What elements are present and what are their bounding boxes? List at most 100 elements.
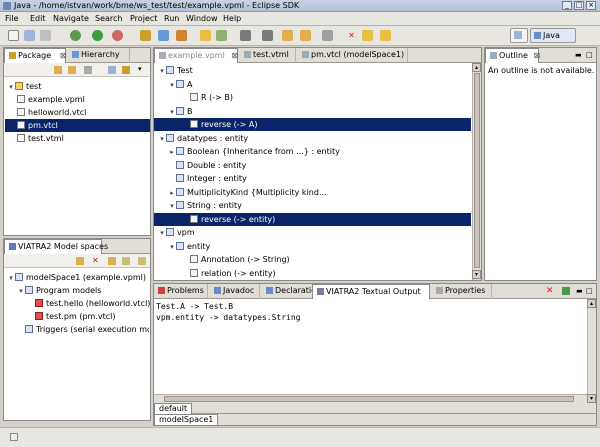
- menu-project[interactable]: Project: [130, 14, 157, 23]
- minimize-icon[interactable]: ▬: [575, 51, 582, 59]
- editor-scrollbar[interactable]: ▴ ▾: [472, 63, 481, 280]
- menu-window[interactable]: Window: [186, 14, 218, 23]
- expand-icon[interactable]: ▸: [168, 146, 176, 159]
- package-item-example-vpml[interactable]: example.vpml: [17, 93, 147, 106]
- collapse-icon[interactable]: ▾: [168, 106, 176, 119]
- maximize-button[interactable]: □: [574, 1, 584, 10]
- history-icon[interactable]: [322, 30, 333, 41]
- tab-javadoc[interactable]: Javadoc: [210, 284, 260, 299]
- tree-item[interactable]: ▾ A: [154, 78, 471, 91]
- tab-outline[interactable]: Outline ⊠: [485, 48, 541, 63]
- back-icon[interactable]: [54, 66, 62, 74]
- open-model-icon[interactable]: [76, 257, 84, 265]
- print-icon[interactable]: [40, 30, 51, 41]
- collapse-icon[interactable]: ▾: [168, 200, 176, 213]
- refresh-icon[interactable]: [138, 257, 146, 265]
- edit-icon[interactable]: [216, 30, 227, 41]
- scroll-thumb[interactable]: [474, 73, 480, 268]
- stop-icon[interactable]: ✕: [346, 30, 357, 41]
- package-item-pm-vtcl[interactable]: pm.vtcl: [5, 119, 150, 132]
- tab-model-spaces[interactable]: VIATRA2 Model spaces: [4, 239, 108, 254]
- tab-pm-vtcl[interactable]: pm.vtcl (modelSpace1): [298, 48, 408, 63]
- run-icon[interactable]: [92, 30, 103, 41]
- fast-view-icon[interactable]: [10, 433, 18, 441]
- tab-hierarchy[interactable]: Hierarchy: [68, 48, 130, 63]
- subtab-default[interactable]: default: [154, 403, 193, 414]
- menu-help[interactable]: Help: [223, 14, 241, 23]
- previous-annotation-icon[interactable]: [262, 30, 273, 41]
- up-icon[interactable]: [84, 66, 92, 74]
- debug-icon[interactable]: [70, 30, 81, 41]
- import-icon[interactable]: [108, 257, 116, 265]
- package-item-helloworld-vtcl[interactable]: helloworld.vtcl: [17, 106, 147, 119]
- open-perspective-button[interactable]: [510, 28, 528, 43]
- tree-item[interactable]: reverse (-> entity): [154, 212, 471, 226]
- program-models-item[interactable]: ▾ Program models: [17, 284, 147, 297]
- maximize-icon[interactable]: □: [586, 51, 593, 59]
- save-icon[interactable]: [24, 30, 35, 41]
- delete-icon[interactable]: ✕: [92, 256, 99, 265]
- tab-example-vpml[interactable]: example.vpml ⊠: [154, 48, 238, 63]
- model-space-item[interactable]: ▾ modelSpace1 (example.vpml): [7, 271, 147, 284]
- tree-item[interactable]: relation (-> entity): [154, 267, 471, 280]
- tree-item[interactable]: Double : entity: [154, 159, 471, 172]
- tab-test-vtml[interactable]: test.vtml: [240, 48, 296, 63]
- tree-item[interactable]: R (-> B): [154, 91, 471, 104]
- forward-icon[interactable]: [68, 66, 76, 74]
- collapse-icon[interactable]: ▾: [158, 133, 166, 146]
- collapse-icon[interactable]: ▾: [158, 65, 166, 78]
- next-annotation-icon[interactable]: [240, 30, 251, 41]
- console-output[interactable]: Test.A -> Test.B vpm.entity -> datatypes…: [156, 301, 586, 401]
- new-class-icon[interactable]: [158, 30, 169, 41]
- menu-edit[interactable]: Edit: [30, 14, 46, 23]
- tree-item[interactable]: ▸ MultiplicityKind {Multiplicity kind...: [154, 186, 471, 199]
- subtab-modelspace1[interactable]: modelSpace1: [154, 414, 219, 425]
- scroll-thumb[interactable]: [164, 396, 574, 402]
- scroll-up-icon[interactable]: ▴: [472, 63, 481, 72]
- search-icon[interactable]: [176, 30, 187, 41]
- close-icon[interactable]: ⊠: [231, 51, 238, 60]
- tree-item[interactable]: ▾ vpm: [154, 226, 471, 239]
- java-perspective-button[interactable]: Java: [530, 28, 576, 43]
- tree-item[interactable]: Annotation (-> String): [154, 253, 471, 266]
- tab-properties[interactable]: Properties: [432, 284, 492, 299]
- tab-viatra-output[interactable]: VIATRA2 Textual Output: [312, 284, 430, 299]
- minimize-button[interactable]: _: [562, 1, 572, 10]
- tab-package[interactable]: Package ⊠: [4, 48, 66, 63]
- menu-run[interactable]: Run: [164, 14, 179, 23]
- tab-problems[interactable]: Problems: [154, 284, 208, 299]
- collapse-all-icon[interactable]: [108, 66, 116, 74]
- menu-file[interactable]: File: [5, 14, 18, 23]
- console-hscrollbar[interactable]: [154, 394, 587, 403]
- menu-navigate[interactable]: Navigate: [53, 14, 89, 23]
- tree-item[interactable]: reverse (-> A): [154, 118, 471, 131]
- tree-item[interactable]: ▾ B: [154, 105, 471, 118]
- external-tools-icon[interactable]: [112, 30, 123, 41]
- tree-item[interactable]: ▾ entity: [154, 240, 471, 253]
- console-scrollbar[interactable]: ▴ ▾: [587, 299, 596, 403]
- collapse-icon[interactable]: ▾: [168, 241, 176, 254]
- package-item-test-vtml[interactable]: test.vtml: [17, 132, 147, 145]
- pin-console-icon[interactable]: [562, 287, 570, 295]
- program-item-test-hello[interactable]: test.hello (helloworld.vtcl): [35, 297, 150, 310]
- new-package-icon[interactable]: [140, 30, 151, 41]
- transform-icon[interactable]: [380, 30, 391, 41]
- program-item-test-pm[interactable]: test.pm (pm.vtcl): [35, 310, 147, 323]
- collapse-icon[interactable]: ▾: [158, 227, 166, 240]
- triggers-item[interactable]: Triggers (serial execution mode: [25, 323, 149, 336]
- new-icon[interactable]: [8, 30, 19, 41]
- tree-item[interactable]: ▾ String : entity: [154, 199, 471, 212]
- tree-item[interactable]: ▸ Boolean {Inheritance from ...} : entity: [154, 145, 471, 158]
- back-icon[interactable]: [282, 30, 293, 41]
- scroll-down-icon[interactable]: ▾: [587, 394, 596, 403]
- scroll-up-icon[interactable]: ▴: [587, 299, 596, 308]
- forward-icon[interactable]: [300, 30, 311, 41]
- close-icon[interactable]: ⊠: [60, 51, 67, 60]
- minimize-icon[interactable]: ▬: [576, 287, 583, 295]
- export-icon[interactable]: [122, 257, 130, 265]
- maximize-icon[interactable]: □: [586, 287, 593, 295]
- expand-icon[interactable]: ▸: [168, 187, 176, 200]
- tree-item[interactable]: ▾ datatypes : entity: [154, 132, 471, 145]
- clear-console-icon[interactable]: ✕: [546, 286, 554, 296]
- close-icon[interactable]: ⊠: [534, 51, 541, 60]
